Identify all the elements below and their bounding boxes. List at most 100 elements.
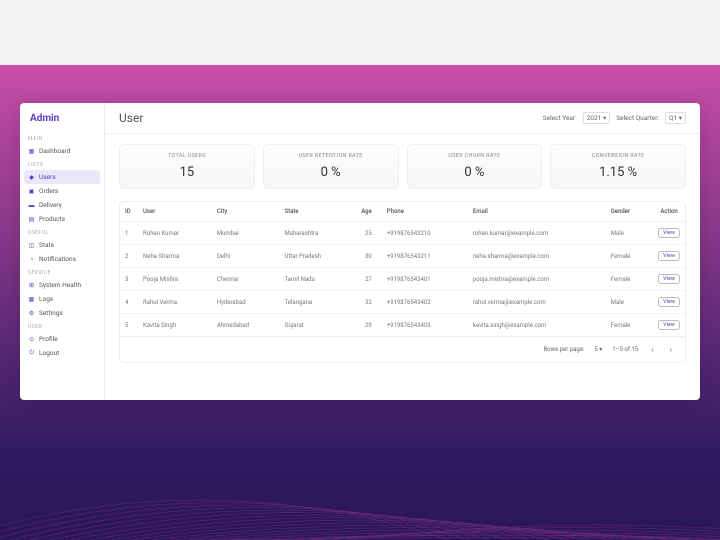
cell-phone: +919876543211 xyxy=(382,245,468,268)
stat-card: CONVERSION RATE 1.15 % xyxy=(550,144,686,189)
year-select[interactable]: 2021 ▾ xyxy=(583,112,611,124)
table-header: State xyxy=(279,202,353,222)
stat-card-label: USER CHURN RATE xyxy=(414,153,536,159)
sidebar-item-settings[interactable]: ⚙ Settings xyxy=(20,306,104,320)
cell-user: Rohan Kumar xyxy=(138,222,212,245)
table-row: 5Kavita SinghAhmedabadGujarat29+91987654… xyxy=(120,314,685,337)
sidebar-section-label: MAIN xyxy=(20,132,104,144)
sidebar-item-dashboard[interactable]: ▦Dashboard xyxy=(20,144,104,158)
sidebar-section-label: SERVICE xyxy=(20,266,104,278)
table-header: Age xyxy=(354,202,382,222)
cell-age: 29 xyxy=(354,314,382,337)
stat-card-label: CONVERSION RATE xyxy=(557,153,679,159)
cell-age: 27 xyxy=(354,268,382,291)
sidebar-item-profile[interactable]: ⊙Profile xyxy=(20,332,104,346)
cell-phone: +919876543403 xyxy=(382,314,468,337)
sidebar-item-label: Settings xyxy=(39,309,63,317)
quarter-select[interactable]: Q1 ▾ xyxy=(665,112,686,124)
cell-id: 4 xyxy=(120,291,138,314)
filter-controls: Select Year: 2021 ▾ Select Quarter: Q1 ▾ xyxy=(543,112,686,124)
cell-gender: Female xyxy=(606,314,653,337)
cell-user: Rahul Verma xyxy=(138,291,212,314)
pagination: Rows per page: 5 ▾ 1–5 of 15 ‹ › xyxy=(120,337,685,362)
cell-age: 25 xyxy=(354,222,382,245)
cell-city: Mumbai xyxy=(212,222,280,245)
table-row: 3Pooja MishraChennaiTamil Nadu27+9198765… xyxy=(120,268,685,291)
cell-age: 32 xyxy=(354,291,382,314)
stat-card-value: 15 xyxy=(126,165,248,180)
settings-icon: ⚙ xyxy=(28,310,35,317)
page-title: User xyxy=(119,111,143,125)
cell-action: View xyxy=(653,291,685,314)
cell-city: Delhi xyxy=(212,245,280,268)
sidebar: Admin MAIN▦DashboardLISTS◆Users▣Orders▬D… xyxy=(20,103,105,400)
cell-id: 3 xyxy=(120,268,138,291)
rows-per-page-select[interactable]: 5 ▾ xyxy=(594,346,602,353)
next-page-button[interactable]: › xyxy=(667,345,675,354)
cell-user: Kavita Singh xyxy=(138,314,212,337)
sidebar-item-logout[interactable]: ⏻ Logout xyxy=(20,346,104,360)
cell-email: rahul.verma@example.com xyxy=(468,291,606,314)
sidebar-item-notifications[interactable]: ◔Notifications xyxy=(20,252,104,266)
stat-card: TOTAL USERS 15 xyxy=(119,144,255,189)
orders-icon: ▣ xyxy=(28,188,35,195)
background-decoration xyxy=(0,480,720,540)
sidebar-item-logs[interactable]: ▦Logs xyxy=(20,292,104,306)
table-header: Phone xyxy=(382,202,468,222)
sidebar-item-label: Orders xyxy=(39,187,58,195)
view-button[interactable]: View xyxy=(658,320,680,330)
dashboard-icon: ▦ xyxy=(28,148,35,155)
sidebar-item-orders[interactable]: ▣ Orders xyxy=(20,184,104,198)
table-row: 4Rahul VermaHyderabadTelangana32+9198765… xyxy=(120,291,685,314)
cell-city: Hyderabad xyxy=(212,291,280,314)
cell-email: rohan.kumar@example.com xyxy=(468,222,606,245)
delivery-icon: ▬ xyxy=(28,202,35,209)
stat-card-label: TOTAL USERS xyxy=(126,153,248,159)
table-header: Action xyxy=(653,202,685,222)
cell-state: Telangana xyxy=(279,291,353,314)
sidebar-item-products[interactable]: ▤ Products xyxy=(20,212,104,226)
cell-state: Gujarat xyxy=(279,314,353,337)
cell-gender: Male xyxy=(606,222,653,245)
view-button[interactable]: View xyxy=(658,228,680,238)
sidebar-item-delivery[interactable]: ▬Delivery xyxy=(20,198,104,212)
logout-icon: ⏻ xyxy=(28,350,35,357)
table-row: 2Neha SharmaDelhiUttar Pradesh30+9198765… xyxy=(120,245,685,268)
cell-user: Neha Sharma xyxy=(138,245,212,268)
brand-logo: Admin xyxy=(20,109,104,132)
table-row: 1Rohan KumarMumbaiMaharashtra25+91987654… xyxy=(120,222,685,245)
products-icon: ▤ xyxy=(28,216,35,223)
view-button[interactable]: View xyxy=(658,251,680,261)
cell-state: Uttar Pradesh xyxy=(279,245,353,268)
table-header: ID xyxy=(120,202,138,222)
stat-card-value: 1.15 % xyxy=(557,165,679,180)
cell-user: Pooja Mishra xyxy=(138,268,212,291)
view-button[interactable]: View xyxy=(658,297,680,307)
year-label: Select Year: xyxy=(543,114,577,122)
cell-city: Ahmedabad xyxy=(212,314,280,337)
user-table: IDUserCityStateAgePhoneEmailGenderAction… xyxy=(120,202,685,337)
sidebar-item-label: System Health xyxy=(39,281,81,289)
cell-state: Tamil Nadu xyxy=(279,268,353,291)
sidebar-item-users[interactable]: ◆Users xyxy=(24,170,100,184)
sidebar-item-label: Users xyxy=(39,173,56,181)
cell-state: Maharashtra xyxy=(279,222,353,245)
sidebar-item-label: Products xyxy=(39,215,65,223)
sidebar-item-stats[interactable]: ◫Stats xyxy=(20,238,104,252)
sidebar-item-label: Logs xyxy=(39,295,53,303)
stat-card-label: USER RETENTION RATE xyxy=(270,153,392,159)
prev-page-button[interactable]: ‹ xyxy=(648,345,656,354)
pagination-range: 1–5 of 15 xyxy=(612,346,638,353)
view-button[interactable]: View xyxy=(658,274,680,284)
profile-icon: ⊙ xyxy=(28,336,35,343)
cell-gender: Male xyxy=(606,291,653,314)
cell-phone: +919876543210 xyxy=(382,222,468,245)
table-header: City xyxy=(212,202,280,222)
sidebar-item-system-health[interactable]: ⊞System Health xyxy=(20,278,104,292)
table-header: User xyxy=(138,202,212,222)
cell-gender: Female xyxy=(606,245,653,268)
cell-phone: +919876543402 xyxy=(382,291,468,314)
cell-city: Chennai xyxy=(212,268,280,291)
content-area: TOTAL USERS15USER RETENTION RATE0 %USER … xyxy=(105,134,700,400)
sidebar-item-label: Logout xyxy=(39,349,59,357)
